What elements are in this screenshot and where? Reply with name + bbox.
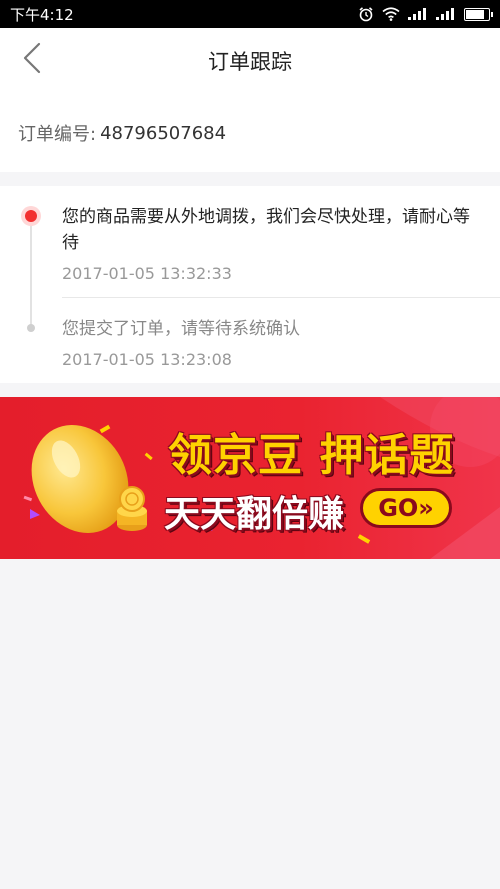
promo-go-button[interactable]: GO» (360, 488, 452, 528)
timeline-dot-past (27, 324, 35, 332)
wifi-icon (382, 7, 400, 21)
chevron-left-icon (22, 42, 42, 78)
order-number-row: 订单编号: 48796507684 (0, 94, 500, 172)
tracking-event-text: 您提交了订单，请等待系统确认 (62, 319, 300, 339)
tracking-event: 您的商品需要从外地调拨，我们会尽快处理，请耐心等待 2017-01-05 13:… (62, 204, 478, 283)
tracking-event-text: 您的商品需要从外地调拨，我们会尽快处理，请耐心等待 (62, 207, 470, 253)
signal-icon (436, 8, 456, 20)
promo-subheadline: 天天翻倍赚 (164, 494, 345, 535)
timeline-dot-current (21, 206, 41, 226)
tracking-event: 您提交了订单，请等待系统确认 2017-01-05 13:23:08 (62, 316, 478, 369)
divider (62, 297, 500, 298)
signal-icon (408, 8, 428, 20)
status-bar: 下午4:12 (0, 0, 500, 28)
nav-bar: 订单跟踪 (0, 28, 500, 94)
order-number-label: 订单编号: (18, 124, 97, 145)
timeline-line (30, 218, 32, 328)
battery-icon (464, 7, 493, 21)
tracking-event-time: 2017-01-05 13:32:33 (62, 264, 232, 283)
alarm-icon (358, 6, 374, 22)
back-button[interactable] (14, 40, 50, 80)
tracking-event-time: 2017-01-05 13:23:08 (62, 350, 232, 369)
page-title: 订单跟踪 (208, 50, 292, 74)
status-time: 下午4:12 (10, 5, 74, 24)
status-icons (358, 6, 493, 22)
promo-headline: 领京豆 押话题 (168, 430, 455, 481)
order-number-value: 48796507684 (100, 122, 227, 144)
promo-banner[interactable]: 领京豆 押话题 天天翻倍赚 GO» (0, 397, 500, 559)
tracking-timeline: 您的商品需要从外地调拨，我们会尽快处理，请耐心等待 2017-01-05 13:… (0, 186, 500, 383)
